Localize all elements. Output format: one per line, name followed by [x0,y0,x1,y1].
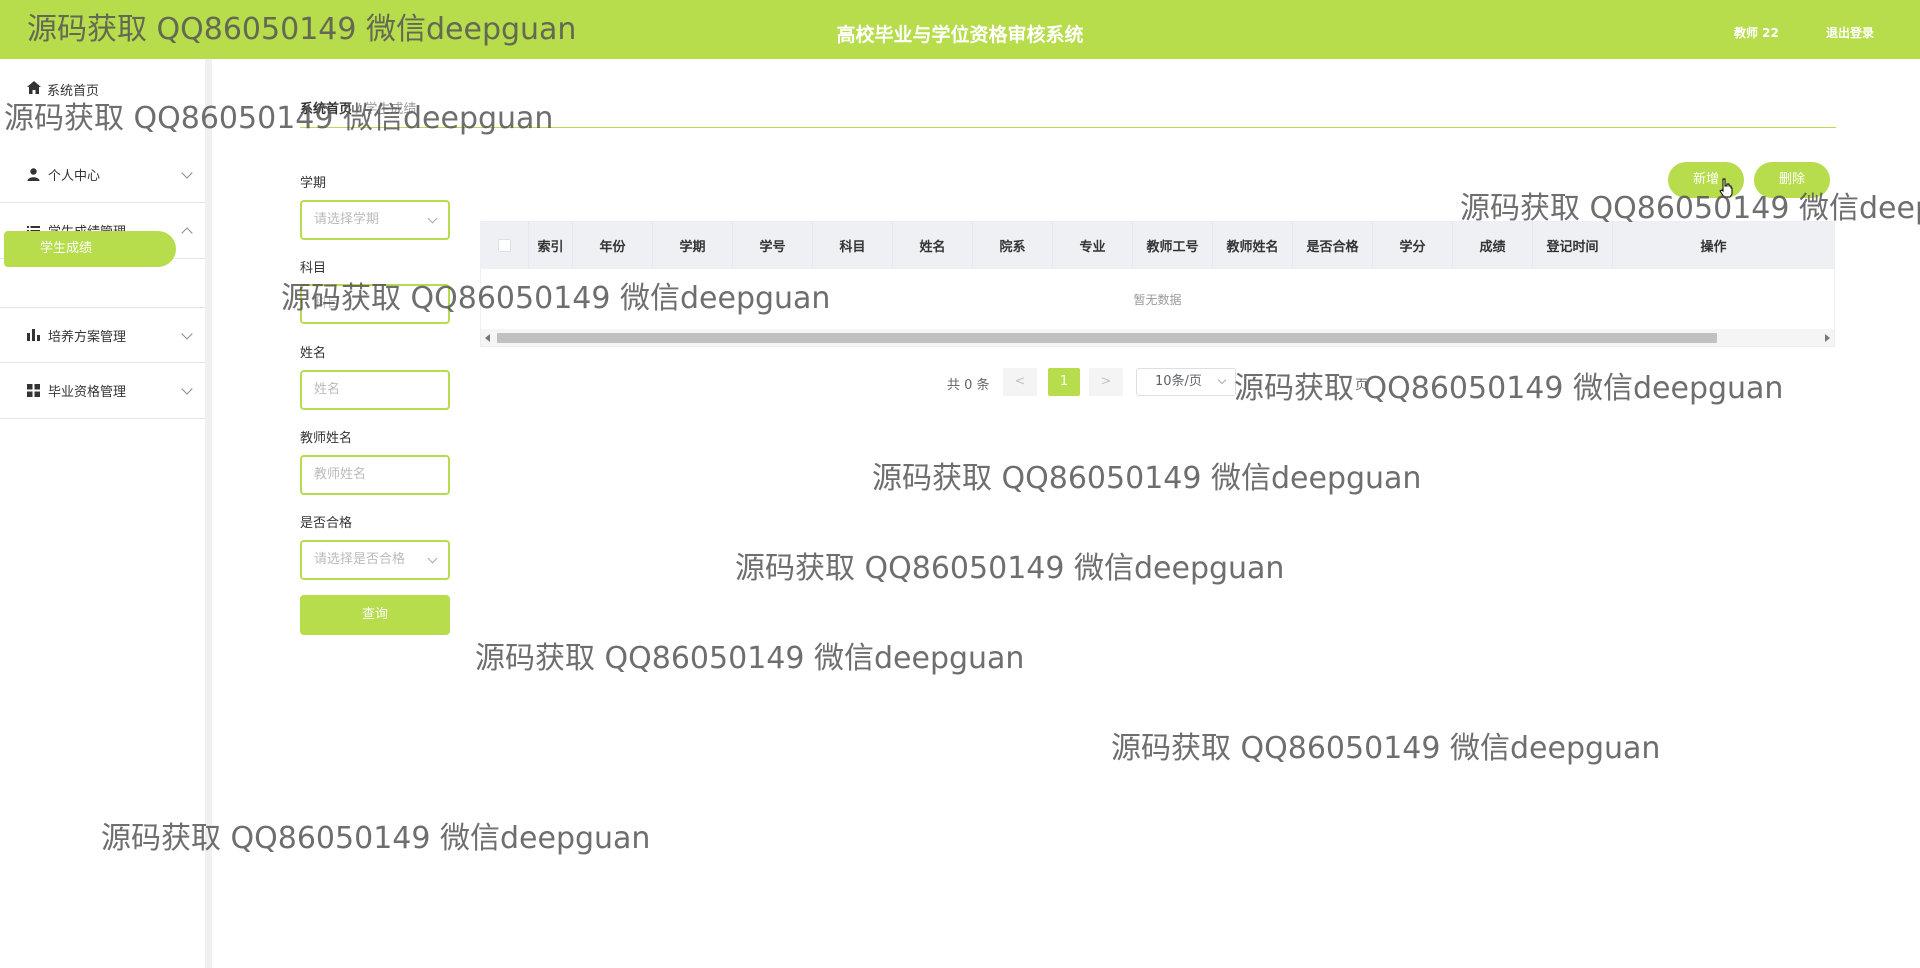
teacher-name-label: 教师姓名 [300,431,353,446]
sidebar-item-label: 培养方案管理 [48,329,127,345]
column-header[interactable]: 是否合格 [1293,222,1373,269]
chevron-down-icon [181,383,193,395]
column-header[interactable]: 登记时间 [1533,222,1613,269]
chevron-down-icon [181,328,193,340]
watermark: 源码获取 QQ86050149 微信deepguan [1234,371,1784,406]
sidebar-item-graduation-qualification[interactable]: 毕业资格管理 [0,363,205,419]
column-header[interactable]: 教师工号 [1133,222,1213,269]
column-header[interactable]: 成绩 [1453,222,1533,269]
column-header[interactable]: 科目 [813,222,893,269]
grid-icon [27,384,40,397]
column-header[interactable]: 学分 [1373,222,1453,269]
select-all-cell [481,222,529,269]
passed-label: 是否合格 [300,516,353,531]
page-size-select[interactable]: 10条/页 [1136,368,1236,396]
column-header[interactable]: 学期 [653,222,733,269]
name-placeholder: 姓名 [314,382,341,397]
page-number[interactable]: 1 [1048,368,1080,396]
scroll-right-icon[interactable] [1825,334,1830,342]
column-header[interactable]: 索引 [529,222,573,269]
watermark: 源码获取 QQ86050149 微信deepguan [1111,731,1661,766]
column-header[interactable]: 姓名 [893,222,973,269]
current-user: 教师 22 [1734,26,1779,40]
watermark: 源码获取 QQ86050149 微信deepguan [735,551,1285,586]
select-all-checkbox[interactable] [498,239,511,252]
column-header[interactable]: 年份 [573,222,653,269]
passed-placeholder: 请选择是否合格 [314,552,406,567]
next-page-button[interactable]: > [1089,368,1123,396]
watermark: 源码获取 QQ86050149 微信deepguan [101,821,651,856]
column-header[interactable]: 教师姓名 [1213,222,1293,269]
scroll-left-icon[interactable] [485,334,490,342]
column-header[interactable]: 专业 [1053,222,1133,269]
user-icon [27,168,40,181]
sidebar-item-personal-center[interactable]: 个人中心 [0,147,205,203]
name-input[interactable]: 姓名 [300,370,450,410]
semester-select[interactable]: 请选择学期 [300,200,450,240]
scrollbar-thumb[interactable] [497,333,1717,343]
watermark: 源码获取 QQ86050149 微信deepguan [475,641,1025,676]
teacher-name-input[interactable]: 教师姓名 [300,455,450,495]
chevron-down-icon [181,167,193,179]
passed-select[interactable]: 请选择是否合格 [300,540,450,580]
sidebar-subitem-student-scores[interactable]: 学生成绩 [4,231,176,267]
watermark: 源码获取 QQ86050149 微信deepguan [27,12,577,47]
sidebar-item-training-plan[interactable]: 培养方案管理 [0,307,205,363]
column-header[interactable]: 操作 [1613,222,1814,269]
pagination-total: 共 0 条 [947,378,990,393]
watermark: 源码获取 QQ86050149 微信deepguan [1460,191,1920,226]
chevron-down-icon [427,213,438,224]
semester-label: 学期 [300,176,327,191]
column-header[interactable]: 学号 [733,222,813,269]
chevron-down-icon [427,553,438,564]
name-label: 姓名 [300,346,327,361]
chevron-down-icon [1217,375,1227,385]
bar-chart-icon [27,329,40,341]
sidebar-item-label: 毕业资格管理 [48,385,127,400]
teacher-name-placeholder: 教师姓名 [314,467,367,482]
watermark: 源码获取 QQ86050149 微信deepguan [281,281,831,316]
watermark: 源码获取 QQ86050149 微信deepguan [872,461,1422,496]
column-header[interactable]: 院系 [973,222,1053,269]
chevron-up-icon [181,227,193,239]
sidebar-item-label: 个人中心 [48,169,101,184]
watermark: 源码获取 QQ86050149 微信deepguan [4,101,554,136]
semester-placeholder: 请选择学期 [314,212,380,227]
query-button[interactable]: 查询 [300,595,450,635]
page-size-value: 10条/页 [1155,374,1202,389]
table-header: 索引 年份 学期 学号 科目 姓名 院系 专业 教师工号 教师姓名 是否合格 学… [481,222,1834,269]
horizontal-scrollbar[interactable] [481,329,1834,346]
prev-page-button[interactable]: < [1003,368,1037,396]
logout-button[interactable]: 退出登录 [1826,24,1874,41]
